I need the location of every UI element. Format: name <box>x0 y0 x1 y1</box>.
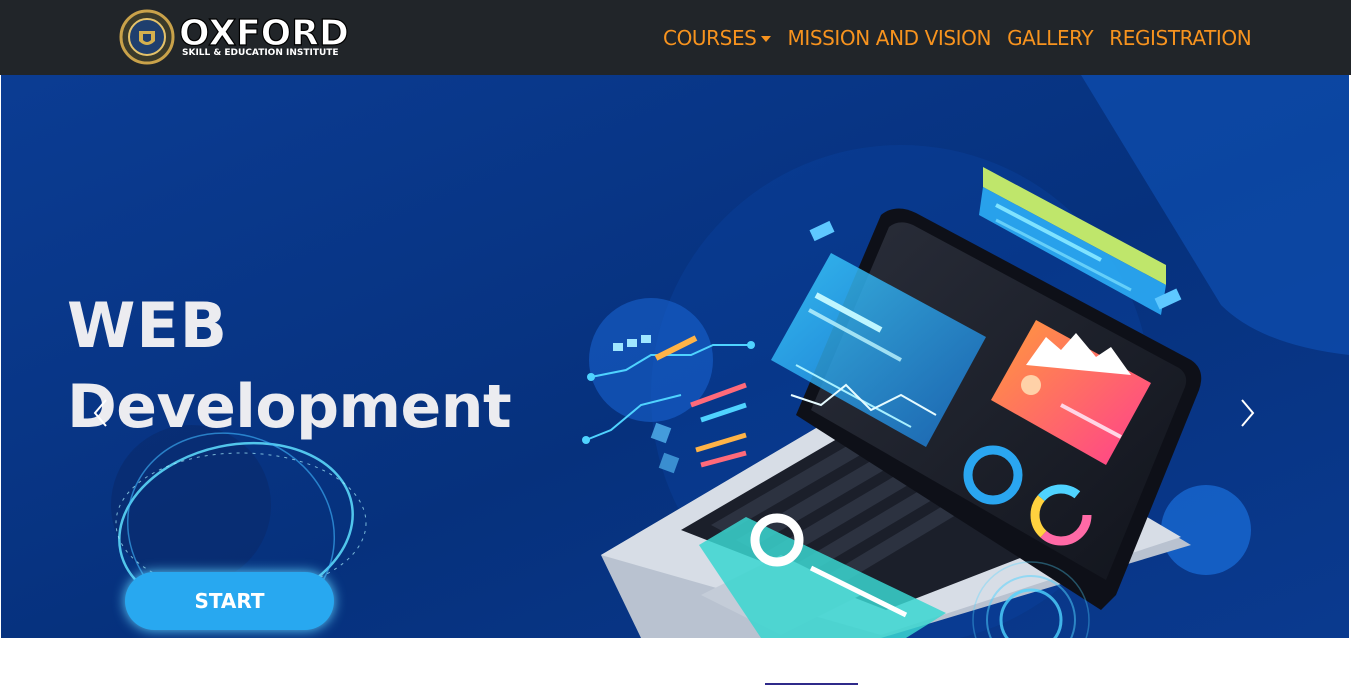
brand-subtitle: SKILL & EDUCATION INSTITUTE <box>182 48 339 58</box>
start-button[interactable]: START <box>125 572 334 630</box>
brand-logo-link[interactable]: OXFORD SKILL & EDUCATION INSTITUTE <box>117 9 353 65</box>
chevron-left-icon <box>93 399 107 427</box>
slide-title-line1: WEB <box>67 289 228 362</box>
chevron-right-icon <box>1241 399 1255 427</box>
nav-registration[interactable]: REGISTRATION <box>1109 26 1251 50</box>
top-navbar: OXFORD SKILL & EDUCATION INSTITUTE COURS… <box>0 0 1351 75</box>
carousel-next-control[interactable] <box>1227 391 1267 435</box>
nav-gallery[interactable]: GALLERY <box>1007 26 1094 50</box>
nav-courses-dropdown[interactable]: COURSES <box>663 26 772 50</box>
hero-carousel: WEB Development START <box>1 75 1349 638</box>
oxford-crest-logo: OXFORD SKILL & EDUCATION INSTITUTE <box>119 9 349 65</box>
nav-mission-and-vision[interactable]: MISSION AND VISION <box>787 26 991 50</box>
nav-courses-label: COURSES <box>663 26 757 50</box>
caret-down-icon <box>761 36 772 42</box>
carousel-prev-control[interactable] <box>81 391 121 435</box>
main-nav-menu: COURSES MISSION AND VISION GALLERY REGIS… <box>663 22 1252 54</box>
slide-title-line2: Development <box>67 372 512 442</box>
slide-title: WEB Development <box>67 289 512 442</box>
